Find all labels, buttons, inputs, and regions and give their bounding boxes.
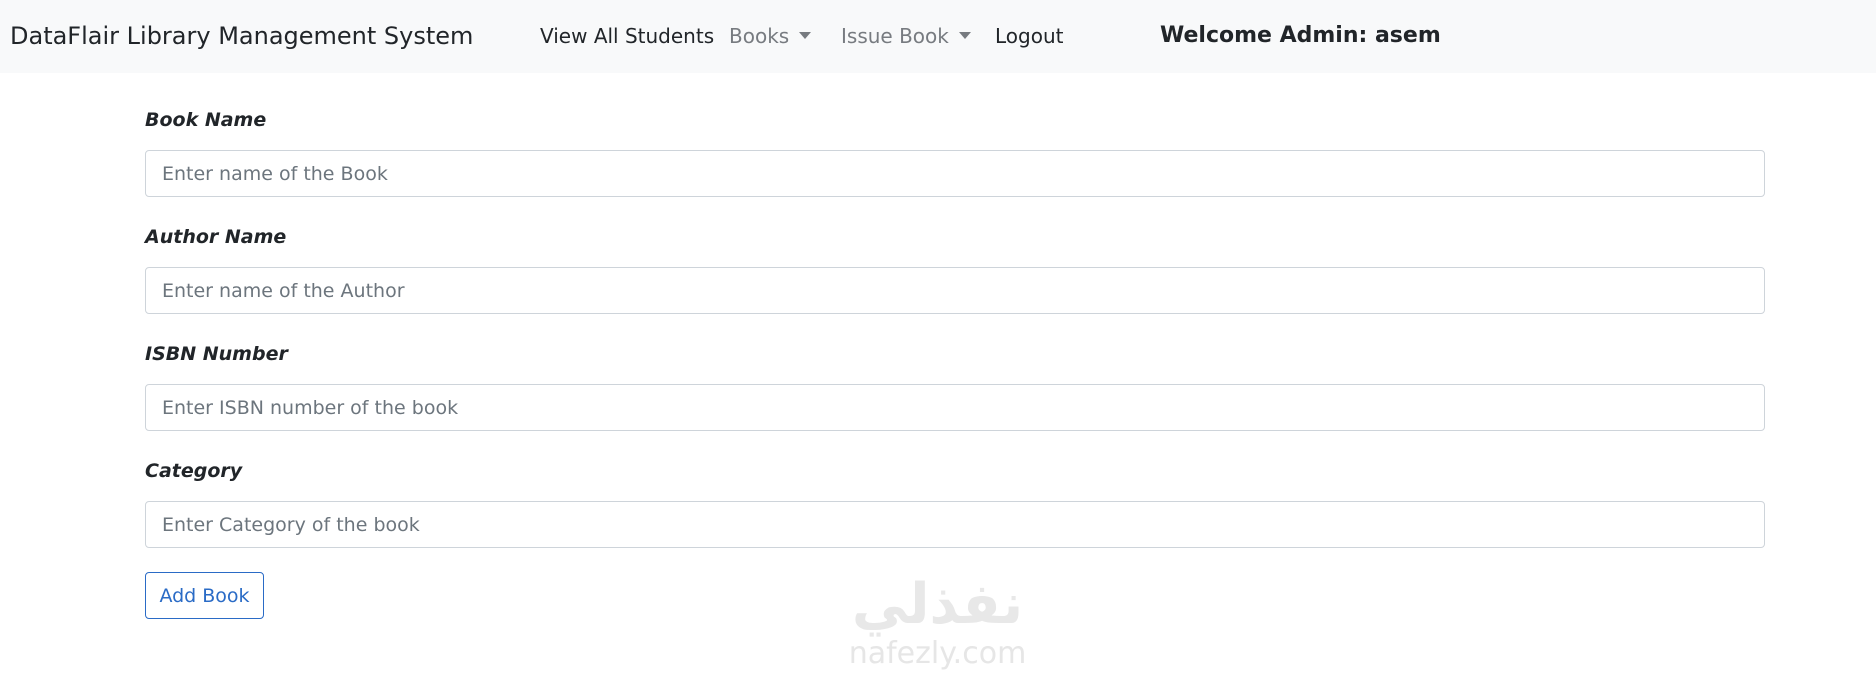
top-navbar: DataFlair Library Management System View… bbox=[0, 0, 1876, 73]
author-name-label: Author Name bbox=[145, 226, 287, 248]
field-author-name: Author Name bbox=[145, 224, 1765, 314]
category-label: Category bbox=[145, 460, 243, 482]
book-name-input[interactable] bbox=[145, 150, 1765, 197]
nav-logout[interactable]: Logout bbox=[995, 24, 1063, 48]
isbn-number-label: ISBN Number bbox=[145, 343, 288, 365]
field-category: Category bbox=[145, 458, 1765, 548]
add-book-button[interactable]: Add Book bbox=[145, 572, 264, 619]
watermark-domain: nafezly.com bbox=[848, 636, 1027, 671]
chevron-down-icon bbox=[799, 32, 812, 39]
nav-issue-book-dropdown[interactable]: Issue Book bbox=[841, 24, 971, 48]
nav-books-label: Books bbox=[729, 24, 790, 48]
nav-view-all-students-label: View All Students bbox=[540, 24, 715, 48]
field-book-name: Book Name bbox=[145, 107, 1765, 197]
brand-title[interactable]: DataFlair Library Management System bbox=[10, 22, 473, 50]
nav-books-dropdown[interactable]: Books bbox=[729, 24, 812, 48]
watermark: نفذلي nafezly.com bbox=[830, 572, 1045, 686]
author-name-input[interactable] bbox=[145, 267, 1765, 314]
nav-logout-label: Logout bbox=[995, 24, 1064, 48]
field-isbn-number: ISBN Number bbox=[145, 341, 1765, 431]
chevron-down-icon bbox=[958, 32, 971, 39]
nav-issue-book-label: Issue Book bbox=[841, 24, 949, 48]
welcome-user-text: Welcome Admin: asem bbox=[1160, 23, 1441, 48]
isbn-number-input[interactable] bbox=[145, 384, 1765, 431]
nav-view-all-students[interactable]: View All Students bbox=[540, 24, 714, 48]
category-input[interactable] bbox=[145, 501, 1765, 548]
watermark-logo: نفذلي bbox=[851, 572, 1024, 637]
book-name-label: Book Name bbox=[145, 109, 267, 131]
